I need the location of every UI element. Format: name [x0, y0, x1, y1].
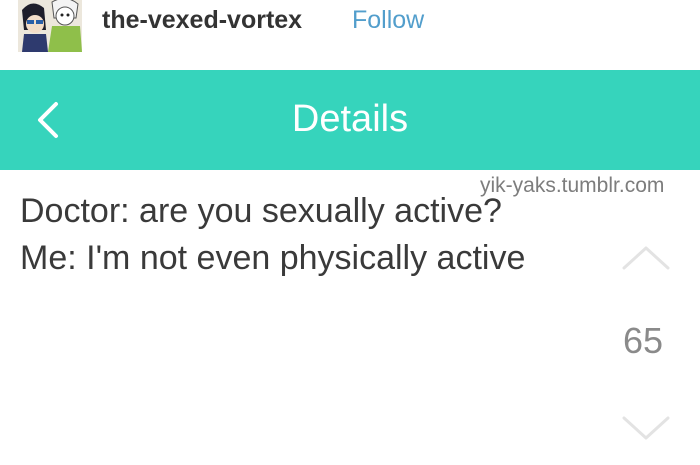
- follow-button[interactable]: Follow: [352, 6, 424, 35]
- vote-count: 65: [622, 320, 664, 361]
- chevron-up-icon: [622, 246, 670, 270]
- yak-text-line-2: Me: I'm not even physically active: [20, 239, 526, 277]
- username[interactable]: the-vexed-vortex: [102, 6, 302, 35]
- yak-text-line-1: Doctor: are you sexually active?: [20, 192, 502, 230]
- app-bar: Details: [0, 70, 700, 170]
- downvote-button[interactable]: [618, 412, 674, 444]
- post-header: the-vexed-vortex Follow: [0, 0, 700, 70]
- chevron-down-icon: [622, 416, 670, 440]
- avatar[interactable]: [18, 0, 82, 52]
- watermark: yik-yaks.tumblr.com: [480, 174, 665, 197]
- upvote-button[interactable]: [618, 242, 674, 274]
- yak-detail: Doctor: are you sexually active? yik-yak…: [0, 170, 700, 465]
- avatar-image: [18, 0, 82, 52]
- page-title: Details: [291, 98, 409, 140]
